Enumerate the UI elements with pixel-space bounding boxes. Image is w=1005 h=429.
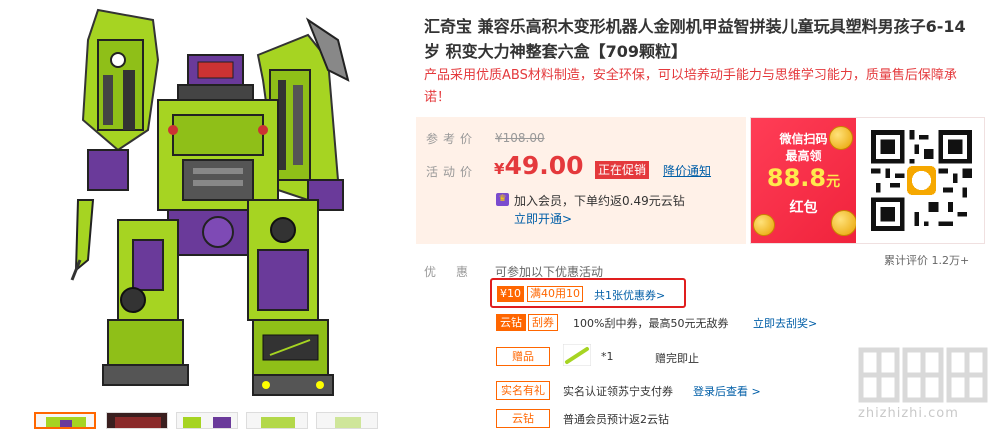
scratch-tags: 云钻 刮券 <box>496 314 558 331</box>
scratch-link[interactable]: 立即去刮奖> <box>753 315 817 331</box>
gift-status: 赠完即止 <box>655 352 699 365</box>
robot-right-leg <box>247 199 334 396</box>
thumbnail[interactable] <box>316 412 378 429</box>
thumbnail[interactable] <box>246 412 308 429</box>
redpacket-scan-text: 微信扫码 <box>779 132 828 146</box>
coin-icon <box>753 214 775 236</box>
thumbnail-strip <box>34 412 394 429</box>
realname-description: 实名认证领苏宁支付券 <box>563 385 673 398</box>
activity-price-label: 活动价 <box>426 165 478 179</box>
gift-tag: 赠品 <box>496 347 550 366</box>
ref-price-value: ¥108.00 <box>495 131 545 145</box>
robot-head <box>177 54 254 106</box>
crown-icon: ♛ <box>496 193 509 206</box>
offers-label: 优惠 <box>424 265 489 279</box>
thumbnail[interactable] <box>106 412 168 429</box>
redpacket-max-text: 最高领 <box>785 149 822 163</box>
scratch-description: 100%刮中券，最高50元无敌券 <box>573 317 729 330</box>
yunzuan-rebate-text: 普通会员预计返2云钻 <box>563 413 669 426</box>
currency-symbol: ¥ <box>494 160 505 178</box>
activity-price-value: 49.00 <box>504 151 584 180</box>
coupon-list-link[interactable]: 共1张优惠券> <box>594 287 665 303</box>
product-title: 汇奇宝 兼容乐高积木变形机器人金刚机甲益智拼装儿童玩具塑料男孩子6-14岁 积变… <box>424 17 966 61</box>
login-view-link[interactable]: 登录后查看 > <box>693 383 761 399</box>
price-drop-notify-link[interactable]: 降价通知 <box>663 162 711 179</box>
activity-price: ¥49.00 <box>494 151 584 180</box>
coupon-condition-badge[interactable]: 满40用10 <box>527 286 583 302</box>
wechat-redpacket-banner[interactable]: 微信扫码 最高领 88.8元 红包 <box>750 117 985 244</box>
ref-price-label: 参考价 <box>426 132 478 146</box>
robot-left-leg <box>102 219 189 386</box>
yunzuan-rebate-tag: 云钻 <box>496 409 550 428</box>
redpacket-amount: 88.8元 <box>751 164 856 192</box>
gift-thumbnail[interactable] <box>563 344 591 366</box>
robot-torso <box>157 99 279 211</box>
realname-tag: 实名有礼 <box>496 381 550 400</box>
member-rebate-text: 加入会员，下单约返0.49元云钻 <box>514 194 685 208</box>
coupon-value-badge[interactable]: ¥10 <box>497 286 524 302</box>
product-main-image[interactable] <box>8 0 408 404</box>
yunzuan-tag: 云钻 <box>496 314 526 331</box>
redpacket-panel: 微信扫码 最高领 88.8元 红包 <box>751 118 856 243</box>
thumbnail[interactable] <box>176 412 238 429</box>
redpacket-label: 红包 <box>789 200 818 216</box>
product-promo-text: 产品采用优质ABS材料制造，安全环保，可以培养动手能力与思维学习能力，质量售后保… <box>424 68 957 105</box>
thumbnail[interactable] <box>34 412 96 429</box>
review-count[interactable]: 累计评价 1.2万+ <box>884 252 969 268</box>
watermark-text: zhizhizhi.com <box>858 406 959 421</box>
price-panel: 参考价 ¥108.00 活动价 ¥49.00 正在促销 降价通知 ♛ 加入会员，… <box>416 117 746 244</box>
member-open-link[interactable]: 立即开通> <box>514 210 572 227</box>
gift-quantity: *1 <box>601 350 614 363</box>
on-sale-badge: 正在促销 <box>595 161 650 179</box>
scratch-tag: 刮券 <box>528 314 558 331</box>
redpacket-amount-unit: 元 <box>826 174 841 190</box>
watermark-logo <box>858 347 988 403</box>
qr-code <box>871 130 972 231</box>
redpacket-amount-value: 88.8 <box>766 164 827 192</box>
